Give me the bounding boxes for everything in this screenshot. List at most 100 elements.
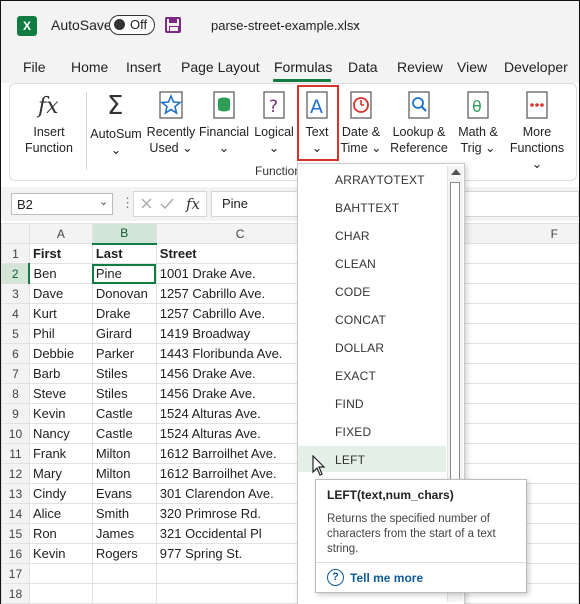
scrollbar-thumb[interactable]: [450, 182, 460, 482]
row-header[interactable]: 17: [1, 563, 30, 584]
chevron-down-icon[interactable]: ⌄: [99, 195, 108, 208]
chevron-down-icon[interactable]: ⌄: [351, 15, 361, 29]
cell-f[interactable]: [454, 363, 580, 384]
cell-f[interactable]: [454, 443, 580, 464]
row-header[interactable]: 16: [1, 543, 30, 564]
cell-f[interactable]: [454, 383, 580, 404]
tell-me-more-link[interactable]: Tell me more: [350, 571, 423, 585]
cell-f[interactable]: [454, 263, 580, 284]
cell-b[interactable]: Smith: [91, 503, 157, 524]
tab-formulas[interactable]: Formulas: [274, 59, 332, 75]
cell-b[interactable]: Parker: [91, 343, 157, 364]
cell-a[interactable]: Alice: [28, 503, 93, 524]
cell-a[interactable]: Frank: [28, 443, 93, 464]
row-header[interactable]: 8: [1, 383, 30, 404]
row-header[interactable]: 3: [1, 283, 30, 304]
scroll-up-arrow-icon[interactable]: [451, 169, 461, 175]
column-header-b[interactable]: B: [91, 223, 157, 245]
cell-b[interactable]: Milton: [91, 463, 157, 484]
function-item-bahttext[interactable]: BAHTTEXT: [298, 194, 446, 220]
cell-b[interactable]: Castle: [91, 403, 157, 424]
row-header[interactable]: 2: [1, 263, 31, 284]
math-trig-button[interactable]: θ Math & Trig ⌄: [454, 90, 502, 156]
select-all-corner[interactable]: [1, 223, 30, 244]
column-header-a[interactable]: A: [28, 223, 93, 244]
logical-button[interactable]: ? Logical ⌄: [250, 90, 298, 156]
cell-a[interactable]: Cindy: [28, 483, 93, 504]
insert-function-fx-icon[interactable]: fx: [185, 195, 201, 213]
function-item-exact[interactable]: EXACT: [298, 362, 446, 388]
function-item-code[interactable]: CODE: [298, 278, 446, 304]
tab-file[interactable]: File: [23, 59, 46, 75]
cell-b[interactable]: Girard: [91, 323, 157, 344]
tab-review[interactable]: Review: [397, 59, 443, 75]
tab-home[interactable]: Home: [71, 59, 108, 75]
function-item-arraytotext[interactable]: ARRAYTOTEXT: [298, 166, 446, 192]
cell-a[interactable]: Nancy: [28, 423, 93, 444]
cell-f[interactable]: [454, 403, 580, 424]
function-item-clean[interactable]: CLEAN: [298, 250, 446, 276]
cell-a[interactable]: Kevin: [28, 403, 93, 424]
cell-f[interactable]: [454, 323, 580, 344]
cell-b[interactable]: Stiles: [91, 363, 157, 384]
cancel-icon[interactable]: [141, 198, 152, 209]
save-icon[interactable]: [165, 17, 181, 33]
autosave-toggle[interactable]: Off: [109, 15, 155, 35]
more-functions-button[interactable]: More Functions ⌄: [504, 90, 570, 172]
cell-b[interactable]: Stiles: [91, 383, 157, 404]
enter-check-icon[interactable]: [160, 198, 174, 210]
autosum-button[interactable]: Σ AutoSum ⌄: [90, 90, 142, 158]
row-header[interactable]: 10: [1, 423, 30, 444]
function-item-find[interactable]: FIND: [298, 390, 446, 416]
row-header[interactable]: 15: [1, 523, 30, 544]
tab-insert[interactable]: Insert: [126, 59, 161, 75]
cell-a[interactable]: Dave: [28, 283, 93, 304]
cell-b[interactable]: Last: [91, 243, 157, 264]
cell-f[interactable]: [454, 423, 580, 444]
row-header[interactable]: 11: [1, 443, 30, 464]
row-header[interactable]: 14: [1, 503, 30, 524]
cell-a[interactable]: Steve: [28, 383, 93, 404]
recently-used-button[interactable]: Recently Used ⌄: [144, 90, 198, 156]
cell-a[interactable]: Ben: [28, 263, 93, 284]
cell-a[interactable]: First: [28, 243, 93, 264]
row-header[interactable]: 7: [1, 363, 30, 384]
help-icon[interactable]: ?: [327, 569, 344, 586]
cell-a[interactable]: Kevin: [28, 543, 93, 564]
row-header[interactable]: 6: [1, 343, 30, 364]
cell-b[interactable]: Evans: [91, 483, 157, 504]
cell-a[interactable]: Phil: [28, 323, 93, 344]
financial-button[interactable]: Financial ⌄: [198, 90, 250, 156]
row-header[interactable]: 12: [1, 463, 30, 484]
cell-b[interactable]: Milton: [91, 443, 157, 464]
cell-b[interactable]: James: [91, 523, 157, 544]
cell-a[interactable]: Barb: [28, 363, 93, 384]
function-item-char[interactable]: CHAR: [298, 222, 446, 248]
tab-view[interactable]: View: [457, 59, 487, 75]
row-header[interactable]: 4: [1, 303, 30, 324]
cell-b[interactable]: Castle: [91, 423, 157, 444]
row-header[interactable]: 9: [1, 403, 30, 424]
cell-a[interactable]: [28, 563, 93, 584]
cell-b[interactable]: [91, 583, 157, 604]
function-item-dollar[interactable]: DOLLAR: [298, 334, 446, 360]
tab-page-layout[interactable]: Page Layout: [181, 59, 260, 75]
function-item-fixed[interactable]: FIXED: [298, 418, 446, 444]
insert-function-button[interactable]: fx Insert Function: [18, 90, 80, 156]
cell-b[interactable]: Drake: [91, 303, 157, 324]
row-header[interactable]: 13: [1, 483, 30, 504]
cell-f[interactable]: [454, 283, 580, 304]
tab-developer[interactable]: Developer: [504, 59, 568, 75]
column-header-f[interactable]: F: [454, 223, 580, 244]
lookup-reference-button[interactable]: Lookup & Reference ⌄: [386, 90, 452, 172]
tab-data[interactable]: Data: [348, 59, 378, 75]
cell-a[interactable]: Ron: [28, 523, 93, 544]
name-box[interactable]: B2: [11, 193, 113, 215]
date-time-button[interactable]: Date & Time ⌄: [338, 90, 384, 156]
active-cell-b2[interactable]: Pine: [91, 263, 157, 284]
row-header[interactable]: 1: [1, 243, 30, 264]
cell-a[interactable]: Debbie: [28, 343, 93, 364]
cell-b[interactable]: Rogers: [91, 543, 157, 564]
function-item-concat[interactable]: CONCAT: [298, 306, 446, 332]
row-header[interactable]: 18: [1, 583, 30, 604]
